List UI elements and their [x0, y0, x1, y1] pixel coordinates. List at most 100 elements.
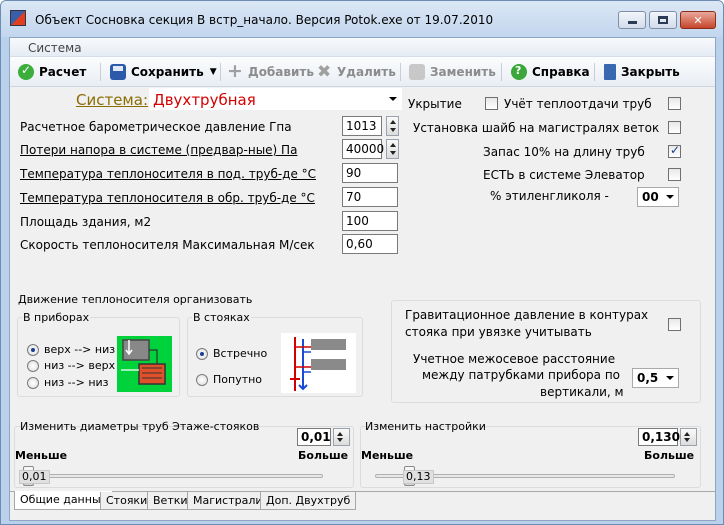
chevron-down-icon — [662, 188, 678, 206]
system-label: Система: — [76, 91, 148, 109]
gravity-label-line1: Гравитационное давление в контурах — [405, 308, 649, 322]
window-title: Объект Сосновка секция В встр_начало. Ве… — [35, 13, 494, 27]
settings-slider-value: 0,13 — [403, 470, 434, 484]
diameter-spinner[interactable] — [333, 428, 350, 446]
spacing-label-line2: между патрубками прибора по — [422, 368, 621, 382]
settings-more-label: Больше — [644, 449, 695, 462]
toolbar-separator — [220, 63, 221, 81]
building-area-input[interactable]: 100 — [342, 211, 398, 231]
close-window-button[interactable]: ✕ — [680, 11, 716, 29]
devices-option-label: верх --> низ — [44, 343, 116, 356]
chevron-down-icon: ▼ — [209, 67, 217, 77]
washers-label: Установка шайб на магистралях веток — [413, 121, 660, 135]
toolbar-separator — [400, 63, 401, 81]
save-button-label: Сохранить — [131, 65, 204, 79]
delete-x-icon: ✖ — [317, 62, 332, 82]
chevron-down-icon — [385, 89, 401, 109]
diameter-less-label: Меньше — [15, 449, 68, 462]
plus-icon: + — [227, 60, 243, 82]
barometric-pressure-spinner[interactable] — [386, 116, 399, 136]
gravity-checkbox[interactable] — [668, 318, 681, 331]
toolbar: ✓ Расчет Сохранить ▼ + Добавить ✖ Удалит… — [10, 57, 715, 87]
close-button-label: Закрыть — [621, 65, 680, 79]
maximize-icon — [658, 16, 668, 24]
risers-radio-counter[interactable] — [196, 348, 208, 360]
supply-temp-input[interactable]: 90 — [342, 163, 398, 183]
gravity-label-line2: стояка при увязке учитывать — [405, 325, 592, 339]
glycol-select-value: 00 — [642, 190, 659, 204]
app-window: Объект Сосновка секция В встр_начало. Ве… — [0, 0, 724, 525]
spacing-select[interactable]: 0,5 — [632, 368, 679, 388]
devices-group-title: В приборах — [22, 311, 91, 324]
minimize-button[interactable] — [618, 11, 646, 29]
system-select-value: Двухтрубная — [153, 91, 256, 109]
delete-button-label: Удалить — [337, 65, 396, 79]
reserve-checkbox[interactable] — [668, 143, 681, 158]
devices-radio-top-bottom[interactable] — [27, 344, 39, 356]
head-loss-input[interactable]: 40000 — [342, 139, 384, 159]
devices-radio-bottom-top[interactable] — [27, 360, 39, 372]
head-loss-spinner[interactable] — [386, 139, 399, 159]
settings-value-input[interactable]: 0,130 — [638, 428, 680, 446]
replace-button[interactable]: Заменить — [409, 61, 496, 83]
add-button[interactable]: + Добавить — [227, 61, 314, 83]
replace-icon — [409, 64, 425, 80]
diameter-slider-track[interactable] — [23, 474, 323, 478]
close-icon: ✕ — [693, 13, 703, 27]
devices-option-label: низ --> низ — [44, 376, 109, 389]
heat-loss-checkbox[interactable] — [668, 97, 681, 110]
replace-button-label: Заменить — [430, 65, 496, 79]
settings-spinner[interactable] — [680, 428, 697, 446]
save-button[interactable]: Сохранить ▼ — [110, 61, 217, 83]
help-button-label: Справка — [532, 65, 590, 79]
maximize-button[interactable] — [649, 11, 677, 29]
glycol-select[interactable]: 00 — [637, 187, 679, 207]
system-select[interactable]: Двухтрубная — [149, 88, 402, 110]
max-velocity-label: Скорость теплоносителя Максимальная М/се… — [20, 238, 315, 252]
ukrytie-checkbox[interactable] — [485, 97, 498, 110]
toolbar-separator — [100, 63, 101, 81]
washers-checkbox[interactable] — [668, 121, 681, 134]
elevator-label: ЕСТЬ в системе Элеватор — [483, 168, 645, 182]
settings-less-label: Меньше — [361, 449, 414, 462]
supply-temp-label: Температура теплоносителя в под. труб-де… — [20, 167, 317, 181]
diameter-slider-value: 0,01 — [19, 470, 50, 484]
add-button-label: Добавить — [248, 65, 314, 79]
calc-button[interactable]: ✓ Расчет — [18, 61, 86, 83]
spacing-label-line3: вертикали, м — [540, 385, 624, 399]
menu-system[interactable]: Система — [28, 41, 82, 55]
delete-button[interactable]: ✖ Удалить — [316, 61, 396, 83]
toolbar-separator — [594, 63, 595, 81]
return-temp-label: Температура теплоносителя в обр. труб-де… — [20, 191, 315, 205]
exit-door-icon — [604, 64, 616, 80]
head-loss-label: Потери напора в системе (предвар-ные) Па — [20, 143, 298, 157]
tab-risers[interactable]: Стояки — [100, 492, 154, 510]
help-button[interactable]: ? Справка — [511, 61, 590, 83]
chevron-down-icon — [662, 369, 678, 387]
risers-radio-parallel[interactable] — [196, 374, 208, 386]
spacing-select-value: 0,5 — [637, 371, 659, 385]
tab-mains[interactable]: Магистрали — [187, 492, 269, 510]
risers-option-label: Встречно — [213, 347, 268, 360]
title-bar[interactable]: Объект Сосновка секция В встр_начало. Ве… — [1, 1, 723, 37]
risers-group-title: В стояках — [192, 311, 251, 324]
spacing-label-line1: Учетное межосевое расстояние — [413, 352, 616, 366]
heat-loss-label: Учёт теплоотдачи труб — [504, 97, 652, 111]
tab-extra-two-pipe[interactable]: Доп. Двухтруб — [260, 492, 357, 510]
diameter-value-input[interactable]: 0,01 — [297, 428, 331, 446]
devices-radio-bottom-bottom[interactable] — [27, 377, 39, 389]
return-temp-input[interactable]: 70 — [342, 187, 398, 207]
devices-option-label: низ --> верх — [44, 359, 116, 372]
barometric-pressure-input[interactable]: 1013 — [342, 116, 382, 136]
elevator-checkbox[interactable] — [668, 168, 681, 181]
devices-diagram-image — [117, 336, 172, 392]
floppy-disk-icon — [110, 64, 126, 80]
settings-slider-title: Изменить настройки — [365, 420, 486, 433]
reserve-label: Запас 10% на длину труб — [483, 145, 645, 159]
close-button[interactable]: Закрыть — [604, 61, 680, 83]
tab-general-data[interactable]: Общие данные — [14, 491, 114, 510]
risers-option-label: Попутно — [213, 373, 263, 386]
check-circle-icon: ✓ — [18, 63, 34, 80]
max-velocity-input[interactable]: 0,60 — [342, 234, 398, 254]
client-area: Система ✓ Расчет Сохранить ▼ + Добавить … — [9, 37, 716, 521]
